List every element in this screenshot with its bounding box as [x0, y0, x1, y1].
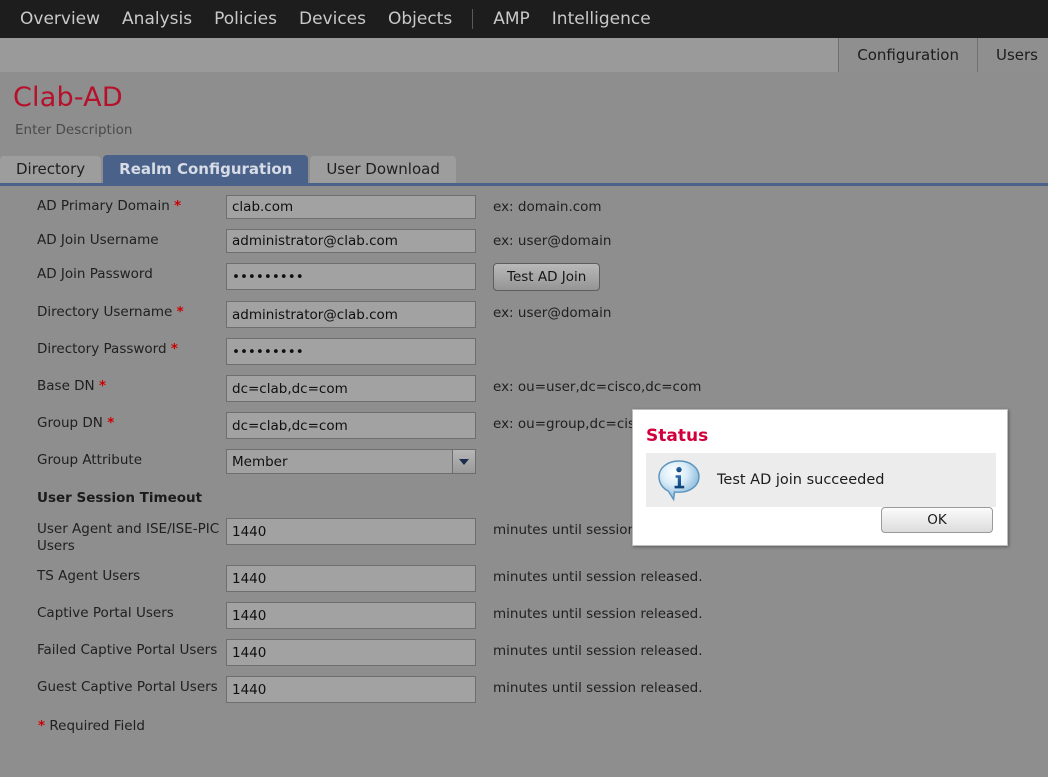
- tab-directory[interactable]: Directory: [0, 156, 102, 183]
- nav-item-amp[interactable]: AMP: [482, 0, 541, 38]
- tab-user-download[interactable]: User Download: [310, 156, 456, 183]
- status-dialog-body: Test AD join succeeded: [646, 453, 996, 507]
- nav-item-overview[interactable]: Overview: [9, 0, 111, 38]
- label-captive-portal-users: Captive Portal Users: [37, 605, 174, 621]
- label-guest-captive-portal-users: Guest Captive Portal Users: [37, 679, 218, 695]
- subnav-tab-users[interactable]: Users: [976, 38, 1048, 72]
- chevron-down-icon[interactable]: [452, 450, 475, 473]
- tab-underline: [0, 183, 1048, 186]
- status-dialog-ok-button[interactable]: OK: [881, 507, 993, 533]
- select-group-attribute-value: Member: [232, 453, 288, 470]
- hint-directory-username: ex: user@domain: [493, 305, 612, 321]
- tab-strip: Directory Realm Configuration User Downl…: [0, 155, 458, 183]
- control-ad-join-username: [226, 229, 476, 253]
- label-ts-agent-users: TS Agent Users: [37, 568, 141, 584]
- input-guest-captive-portal-users[interactable]: [226, 676, 476, 703]
- test-ad-join-button[interactable]: Test AD Join: [493, 263, 601, 291]
- nav-item-policies[interactable]: Policies: [203, 0, 288, 38]
- nav-item-intelligence[interactable]: Intelligence: [541, 0, 662, 38]
- label-ad-join-username: AD Join Username: [37, 232, 159, 248]
- select-group-attribute[interactable]: Member: [226, 449, 476, 474]
- input-ad-join-username[interactable]: [226, 229, 476, 253]
- hint-base-dn: ex: ou=user,dc=cisco,dc=com: [493, 379, 702, 395]
- field-row-failed-captive-portal-users: Failed Captive Portal Users minutes unti…: [0, 639, 1048, 666]
- required-marker: *: [170, 341, 178, 357]
- required-field-note: * Required Field: [38, 718, 145, 734]
- label-directory-password: Directory Password *: [37, 341, 178, 357]
- label-group-dn: Group DN *: [37, 415, 115, 431]
- nav-item-analysis[interactable]: Analysis: [111, 0, 203, 38]
- info-icon: [655, 458, 703, 502]
- label-base-dn: Base DN *: [37, 378, 107, 394]
- control-ad-primary-domain: [226, 195, 476, 219]
- tab-realm-configuration[interactable]: Realm Configuration: [103, 155, 309, 183]
- hint-captive-portal-users: minutes until session released.: [493, 606, 703, 622]
- control-group-attribute: Member: [226, 449, 476, 474]
- control-failed-captive-portal-users: [226, 639, 476, 666]
- control-ts-agent-users: [226, 565, 476, 592]
- required-marker: *: [174, 198, 182, 214]
- hint-directory-password: [476, 338, 493, 342]
- field-row-ad-join-username: AD Join Username ex: user@domain: [0, 229, 1048, 253]
- hint-ad-join-password: Test AD Join: [476, 263, 601, 291]
- required-marker: *: [38, 718, 46, 734]
- control-base-dn: [226, 375, 476, 402]
- input-ad-join-password[interactable]: [226, 263, 476, 290]
- required-marker: *: [98, 378, 107, 394]
- label-ad-join-password: AD Join Password: [37, 266, 153, 282]
- label-failed-captive-portal-users: Failed Captive Portal Users: [37, 642, 218, 658]
- required-field-label: Required Field: [49, 718, 145, 734]
- label-ad-primary-domain: AD Primary Domain *: [37, 198, 182, 214]
- control-ad-join-password: [226, 263, 476, 290]
- hint-ts-agent-users: minutes until session released.: [493, 569, 703, 585]
- input-captive-portal-users[interactable]: [226, 602, 476, 629]
- description-input[interactable]: Enter Description: [15, 122, 132, 138]
- hint-guest-captive-portal-users: minutes until session released.: [493, 680, 703, 696]
- field-row-directory-password: Directory Password *: [0, 338, 1048, 365]
- control-guest-captive-portal-users: [226, 676, 476, 703]
- hint-ad-primary-domain: ex: domain.com: [493, 199, 602, 215]
- secondary-navigation-tabs: Configuration Users: [838, 38, 1048, 72]
- input-directory-username[interactable]: [226, 301, 476, 328]
- control-captive-portal-users: [226, 602, 476, 629]
- field-row-ad-primary-domain: AD Primary Domain * ex: domain.com: [0, 195, 1048, 219]
- nav-separator: [472, 9, 474, 29]
- control-user-agent-ise-users: [226, 518, 476, 545]
- label-group-attribute: Group Attribute: [37, 452, 143, 468]
- field-row-guest-captive-portal-users: Guest Captive Portal Users minutes until…: [0, 676, 1048, 703]
- primary-navigation: Overview Analysis Policies Devices Objec…: [0, 0, 1048, 38]
- nav-item-devices[interactable]: Devices: [288, 0, 377, 38]
- page-root: Overview Analysis Policies Devices Objec…: [0, 0, 1048, 777]
- input-ts-agent-users[interactable]: [226, 565, 476, 592]
- control-directory-password: [226, 338, 476, 365]
- label-directory-username: Directory Username *: [37, 304, 184, 320]
- input-failed-captive-portal-users[interactable]: [226, 639, 476, 666]
- page-title: Clab-AD: [13, 82, 123, 113]
- subnav-tab-configuration[interactable]: Configuration: [838, 38, 977, 72]
- input-group-dn[interactable]: [226, 412, 476, 439]
- hint-ad-join-username: ex: user@domain: [493, 233, 612, 249]
- required-marker: *: [107, 415, 115, 431]
- status-dialog-message: Test AD join succeeded: [717, 472, 885, 488]
- field-row-captive-portal-users: Captive Portal Users minutes until sessi…: [0, 602, 1048, 629]
- hint-group-attribute: [476, 449, 493, 453]
- nav-item-objects[interactable]: Objects: [377, 0, 463, 38]
- status-dialog-title: Status: [646, 426, 709, 446]
- field-row-directory-username: Directory Username * ex: user@domain: [0, 301, 1048, 328]
- field-row-ad-join-password: AD Join Password Test AD Join: [0, 263, 1048, 291]
- control-directory-username: [226, 301, 476, 328]
- label-user-agent-ise-users: User Agent and ISE/ISE-PIC Users: [37, 521, 220, 554]
- input-ad-primary-domain[interactable]: [226, 195, 476, 219]
- field-row-ts-agent-users: TS Agent Users minutes until session rel…: [0, 565, 1048, 592]
- input-user-agent-ise-users[interactable]: [226, 518, 476, 545]
- input-directory-password[interactable]: [226, 338, 476, 365]
- required-marker: *: [176, 304, 184, 320]
- field-row-base-dn: Base DN * ex: ou=user,dc=cisco,dc=com: [0, 375, 1048, 402]
- status-dialog: Status Test AD join succeeded OK: [632, 409, 1008, 546]
- hint-failed-captive-portal-users: minutes until session released.: [493, 643, 703, 659]
- control-group-dn: [226, 412, 476, 439]
- input-base-dn[interactable]: [226, 375, 476, 402]
